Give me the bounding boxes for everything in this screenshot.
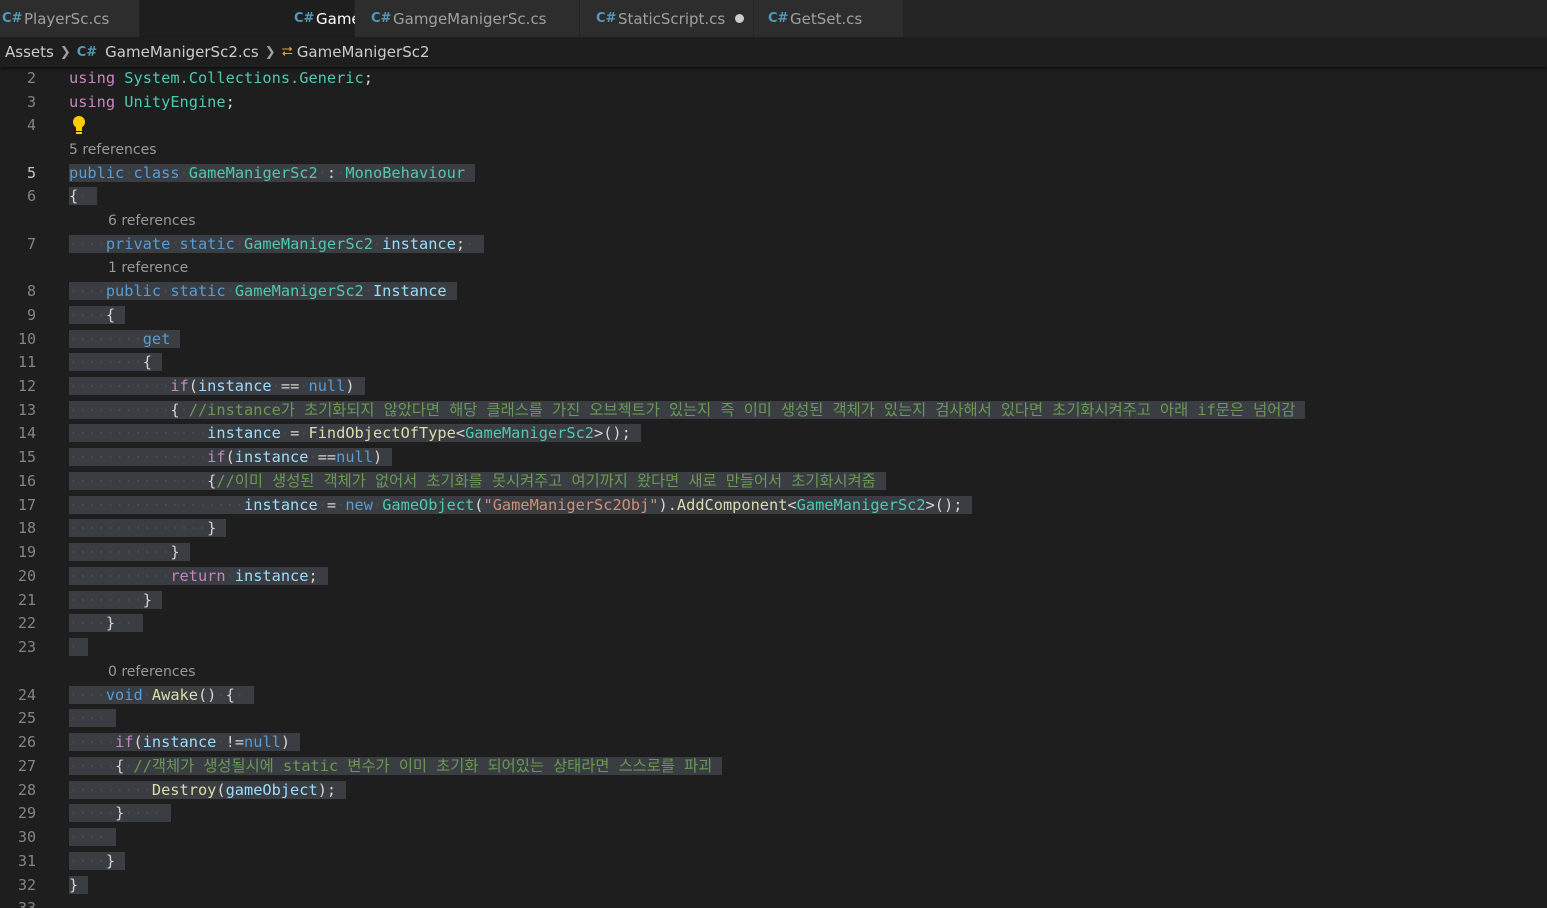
code-line: ···········return·instance; [69,565,328,588]
code-line: ·····{·//객체가 생성될시에 static 변수가 이미 초기화 되어있… [69,755,723,778]
line-number: 25 [17,709,36,727]
tab-game-maniger-sc2[interactable]: C# GameManigerSc2.cs [140,0,470,37]
line-number: 13 [17,401,36,419]
code-line: ···············if(instance·==null) [69,446,393,469]
code-line: ·········Destroy(gameObject); [69,779,347,802]
line-number: 22 [17,614,36,632]
tab-label: GamgeManigerSc.cs [393,9,547,28]
line-number: 15 [17,448,36,466]
tab-label: PlayerSc.cs [24,9,110,28]
code-line: ···· [69,826,116,849]
line-number: 27 [17,757,36,775]
breadcrumb: Assets ❯ C# GameManigerSc2.cs ❯ ⮂ GameMa… [0,37,1547,67]
line-number: 12 [17,377,36,395]
line-number: 21 [17,591,36,609]
tab-player-sc[interactable]: C# PlayerSc.cs [0,0,140,37]
line-number: 6 [26,187,36,205]
line-number: 19 [17,543,36,561]
code-line: ···············} [69,517,227,540]
code-line: ···············{//이미 생성된 객체가 없어서 초기화를 못시… [69,470,886,493]
chevron-right-icon: ❯ [59,44,71,60]
code-line: {· [69,185,98,208]
code-line: ···········{·//instance가 초기화되지 않았다면 해당 클… [69,399,1306,422]
line-number: 14 [17,424,36,442]
code-line: ···················instance·=·new·GameOb… [69,494,973,517]
line-number: 11 [17,353,36,371]
lightbulb-icon[interactable] [71,115,87,137]
codelens-references[interactable]: 1 reference [108,258,188,278]
code-line: ···········} [69,541,190,564]
line-number: 17 [17,496,36,514]
line-number: 31 [17,852,36,870]
code-line: ····}·· [69,612,144,635]
code-line: ········get [69,328,181,351]
codelens-references[interactable]: 0 references [108,662,196,682]
tab-label: GetSet.cs [790,9,863,28]
line-number: 28 [17,781,36,799]
line-number: 23 [17,638,36,656]
code-line: using UnityEngine; [69,93,235,111]
tab-gamge-maniger-sc[interactable]: C# GamgeManigerSc.cs [355,0,580,37]
code-line: ····private·static·GameManigerSc2·instan… [69,233,485,256]
code-line: public·class·GameManigerSc2·:·MonoBehavi… [69,162,476,185]
codelens-references[interactable]: 6 references [108,211,196,231]
code-line: ········} [69,589,162,612]
tab-get-set[interactable]: C# GetSet.cs [754,0,904,37]
class-symbol-icon: ⮂ [281,44,293,60]
line-number: 2 [26,69,36,87]
code-line: ····{ [69,304,126,327]
unsaved-dot-icon[interactable] [735,14,745,23]
line-number: 20 [17,567,36,585]
csharp-file-icon: C# [596,11,617,26]
line-number: 24 [17,686,36,704]
code-line: · [69,636,89,659]
code-line: } [69,874,89,897]
line-number: 9 [26,306,36,324]
code-line: ···············instance·=·FindObjectOfTy… [69,422,641,445]
codelens-references[interactable]: 5 references [69,140,157,160]
line-number: 18 [17,519,36,537]
line-number: 33 [17,899,36,908]
code-line: ···········if(instance·==·null) [69,375,365,398]
line-number: 32 [17,876,36,894]
line-number: 10 [17,330,36,348]
breadcrumb-folder[interactable]: Assets [5,43,54,61]
csharp-file-icon: C# [294,11,315,26]
line-number: 30 [17,828,36,846]
csharp-file-icon: C# [371,11,392,26]
code-line: ····public·static·GameManigerSc2·Instanc… [69,280,457,303]
line-number: 29 [17,804,36,822]
chevron-right-icon: ❯ [264,44,276,60]
line-number: 5 [26,164,36,182]
code-line: ·····}···· [69,802,172,825]
line-number: 8 [26,282,36,300]
tab-static-script[interactable]: C# StaticScript.cs [580,0,754,37]
line-number: 7 [26,235,36,253]
code-line: ···· [69,707,116,730]
line-number: 3 [26,93,36,111]
line-number: 16 [17,472,36,490]
breadcrumb-file[interactable]: GameManigerSc2.cs [105,43,259,61]
csharp-file-icon: C# [76,44,98,60]
csharp-file-icon: C# [768,11,789,26]
code-line: ····} [69,850,126,873]
code-line: using System.Collections.Generic; [69,69,373,87]
line-number: 26 [17,733,36,751]
code-line: ····void·Awake()·{· [69,684,255,707]
code-line: ········{ [69,351,162,374]
breadcrumb-symbol[interactable]: GameManigerSc2 [297,43,430,61]
tab-label: StaticScript.cs [618,9,726,28]
csharp-file-icon: C# [2,11,23,26]
code-editor[interactable]: 2 3 4 5 6 7 8 9 10 11 12 13 14 15 16 17 … [0,67,1547,908]
line-number: 4 [26,116,36,134]
editor-tab-bar: C# PlayerSc.cs C# GameManigerSc2.cs C# G… [0,0,1547,37]
code-line: ·····if(instance·!=null) [69,731,301,754]
